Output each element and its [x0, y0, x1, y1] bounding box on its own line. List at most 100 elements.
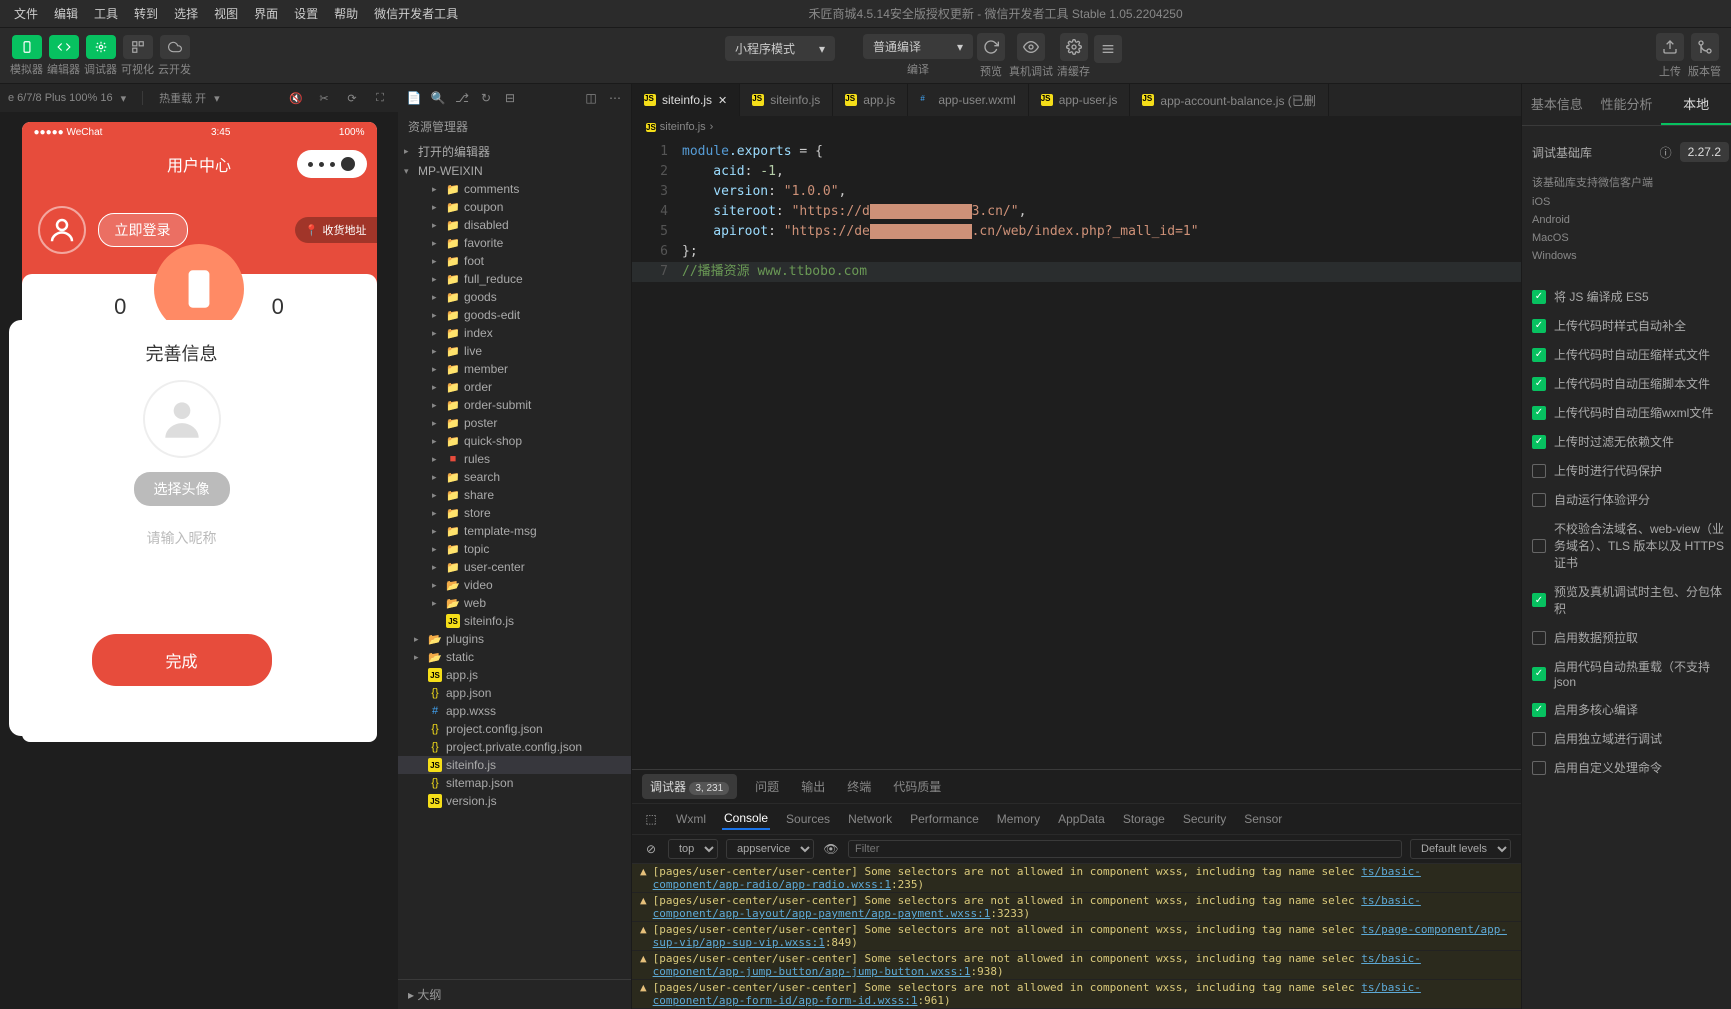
login-button[interactable]: 立即登录: [98, 213, 188, 247]
baselib-select[interactable]: 2.27.2: [1680, 142, 1729, 162]
editor-tab[interactable]: JSsiteinfo.js✕: [632, 84, 740, 116]
tree-item[interactable]: ▸📂plugins: [398, 630, 631, 648]
inspect-icon[interactable]: ⬚: [642, 812, 660, 826]
mode-dropdown[interactable]: 小程序模式▾: [725, 36, 835, 61]
visual-toggle[interactable]: [123, 35, 153, 59]
tree-item[interactable]: ▸📂web: [398, 594, 631, 612]
tree-item[interactable]: ▸📁favorite: [398, 234, 631, 252]
tab-basic-info[interactable]: 基本信息: [1522, 84, 1592, 125]
expand-icon[interactable]: ⛶: [370, 92, 390, 105]
setting-option[interactable]: ✓启用代码自动热重载（不支持 json: [1532, 652, 1729, 695]
tab-sensor[interactable]: Sensor: [1242, 809, 1284, 829]
setting-option[interactable]: ✓上传时过滤无依赖文件: [1532, 427, 1729, 456]
tab-network[interactable]: Network: [846, 809, 894, 829]
tree-item[interactable]: ▸📁order-submit: [398, 396, 631, 414]
setting-option[interactable]: 启用数据预拉取: [1532, 623, 1729, 652]
tree-item[interactable]: ▸📁topic: [398, 540, 631, 558]
layout-icon[interactable]: ◫: [581, 91, 601, 105]
tree-item[interactable]: ▸📁store: [398, 504, 631, 522]
setting-option[interactable]: ✓上传代码时样式自动补全: [1532, 311, 1729, 340]
rotate-icon[interactable]: ⟳: [342, 92, 362, 105]
code-editor[interactable]: 1module.exports = { 2 acid: -1, 3 versio…: [632, 138, 1521, 769]
search-icon[interactable]: 🔍: [428, 91, 448, 105]
file-tree[interactable]: ▸打开的编辑器 ▾MP-WEIXIN ▸📁comments▸📁coupon▸📁d…: [398, 141, 631, 979]
debugger-toggle[interactable]: [86, 35, 116, 59]
tree-item[interactable]: JSapp.js: [398, 666, 631, 684]
checkbox[interactable]: ✓: [1532, 319, 1546, 333]
editor-tab[interactable]: JSapp-user.js: [1029, 84, 1131, 116]
checkbox[interactable]: [1532, 631, 1546, 645]
tree-item[interactable]: ▸📁disabled: [398, 216, 631, 234]
tree-item[interactable]: ▸■rules: [398, 450, 631, 468]
checkbox[interactable]: [1532, 761, 1546, 775]
upload-button[interactable]: [1656, 33, 1684, 61]
simulator-toggle[interactable]: [12, 35, 42, 59]
tree-section-editors[interactable]: ▸打开的编辑器: [398, 141, 631, 162]
tree-item[interactable]: ▸📁comments: [398, 180, 631, 198]
tab-security[interactable]: Security: [1181, 809, 1228, 829]
menu-devtools[interactable]: 微信开发者工具: [366, 1, 466, 26]
checkbox[interactable]: [1532, 732, 1546, 746]
tree-item[interactable]: ▸📁goods: [398, 288, 631, 306]
menu-edit[interactable]: 编辑: [46, 1, 86, 26]
menu-select[interactable]: 选择: [166, 1, 206, 26]
tree-item[interactable]: ▸📁quick-shop: [398, 432, 631, 450]
checkbox[interactable]: ✓: [1532, 406, 1546, 420]
tree-item[interactable]: ▸📁foot: [398, 252, 631, 270]
editor-tab[interactable]: JSapp-account-balance.js (已删: [1130, 84, 1328, 116]
info-icon[interactable]: ⓘ: [1660, 144, 1672, 161]
stack-button[interactable]: [1094, 35, 1122, 63]
tree-item[interactable]: ▸📁user-center: [398, 558, 631, 576]
address-button[interactable]: 📍收货地址: [295, 217, 377, 243]
outline-section[interactable]: ▸ 大纲: [398, 979, 631, 1009]
branch-icon[interactable]: ⎇: [452, 91, 472, 105]
refresh-icon[interactable]: ↻: [476, 91, 496, 105]
tab-output[interactable]: 输出: [797, 774, 829, 799]
menu-tools[interactable]: 工具: [86, 1, 126, 26]
checkbox[interactable]: ✓: [1532, 667, 1546, 681]
tree-item[interactable]: ▸📂video: [398, 576, 631, 594]
tree-item[interactable]: JSversion.js: [398, 792, 631, 810]
menu-ui[interactable]: 界面: [246, 1, 286, 26]
tree-item[interactable]: {}project.private.config.json: [398, 738, 631, 756]
editor-toggle[interactable]: [49, 35, 79, 59]
tree-item[interactable]: ▸📁poster: [398, 414, 631, 432]
tree-item[interactable]: JSsiteinfo.js: [398, 612, 631, 630]
tab-memory[interactable]: Memory: [995, 809, 1042, 829]
capsule-button[interactable]: [297, 150, 367, 178]
files-icon[interactable]: 📄: [404, 91, 424, 105]
tree-item[interactable]: ▸📁full_reduce: [398, 270, 631, 288]
editor-tab[interactable]: JSsiteinfo.js: [740, 84, 833, 116]
checkbox[interactable]: ✓: [1532, 377, 1546, 391]
checkbox[interactable]: ✓: [1532, 703, 1546, 717]
tree-item[interactable]: ▸📁share: [398, 486, 631, 504]
setting-option[interactable]: ✓上传代码时自动压缩wxml文件: [1532, 398, 1729, 427]
tab-quality[interactable]: 代码质量: [889, 774, 945, 799]
compile-dropdown[interactable]: 普通编译▾: [863, 34, 973, 59]
levels-select[interactable]: Default levels: [1410, 839, 1511, 859]
choose-avatar-button[interactable]: 选择头像: [134, 472, 230, 506]
checkbox[interactable]: ✓: [1532, 290, 1546, 304]
realdevice-button[interactable]: [1017, 33, 1045, 61]
checkbox[interactable]: [1532, 539, 1546, 553]
hotreload-toggle[interactable]: 热重载 开: [159, 90, 206, 106]
more-icon[interactable]: ⋯: [605, 91, 625, 105]
tab-appdata[interactable]: AppData: [1056, 809, 1107, 829]
menu-view[interactable]: 视图: [206, 1, 246, 26]
tab-terminal[interactable]: 终端: [843, 774, 875, 799]
setting-option[interactable]: 启用独立域进行调试: [1532, 724, 1729, 753]
tab-debugger[interactable]: 调试器 3, 231: [642, 774, 737, 799]
tree-item[interactable]: {}project.config.json: [398, 720, 631, 738]
menu-settings[interactable]: 设置: [286, 1, 326, 26]
editor-tab[interactable]: JSapp.js: [833, 84, 908, 116]
checkbox[interactable]: ✓: [1532, 435, 1546, 449]
filter-input[interactable]: [848, 840, 1402, 858]
tab-perf[interactable]: 性能分析: [1592, 84, 1662, 125]
tree-item[interactable]: ▸📁search: [398, 468, 631, 486]
tree-item[interactable]: {}app.json: [398, 684, 631, 702]
checkbox[interactable]: [1532, 493, 1546, 507]
nickname-input[interactable]: [60, 520, 304, 557]
tree-item[interactable]: ▸📁index: [398, 324, 631, 342]
tree-item[interactable]: ▸📁goods-edit: [398, 306, 631, 324]
tree-item[interactable]: ▸📁template-msg: [398, 522, 631, 540]
